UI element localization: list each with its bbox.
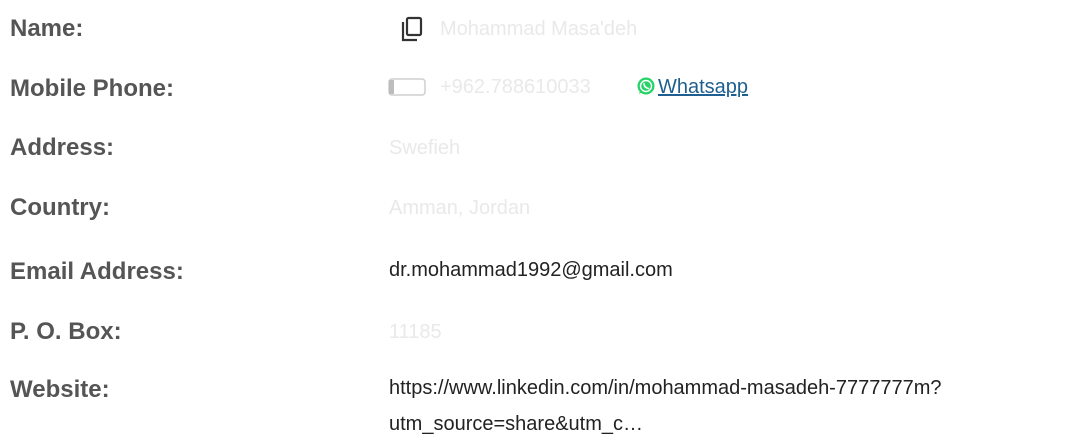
name-value: Mohammad Masa'deh xyxy=(440,18,638,40)
contact-details: Name: Mohammad Masa'deh Mobile Phone: +9… xyxy=(0,0,1071,443)
mobile-phone-value: +962.788610033 xyxy=(440,76,591,98)
copy-icon[interactable] xyxy=(397,16,425,44)
website-url-line-1[interactable]: https://www.linkedin.com/in/mohammad-mas… xyxy=(389,374,942,402)
website-url-line-2[interactable]: utm_source=share&utm_c… xyxy=(389,410,643,438)
country-label: Country: xyxy=(10,194,110,221)
po-box-value: 11185 xyxy=(389,321,442,343)
address-label: Address: xyxy=(10,134,115,161)
country-value: Amman, Jordan xyxy=(389,197,531,219)
website-label: Website: xyxy=(10,376,110,403)
name-label: Name: xyxy=(10,15,84,42)
po-box-label: P. O. Box: xyxy=(10,318,122,345)
email-value[interactable]: dr.mohammad1992@gmail.com xyxy=(389,256,673,284)
mobile-phone-label: Mobile Phone: xyxy=(10,75,174,102)
email-label: Email Address: xyxy=(10,258,184,285)
whatsapp-icon xyxy=(636,76,656,96)
whatsapp-link[interactable]: Whatsapp xyxy=(658,73,748,101)
address-value: Swefieh xyxy=(389,137,461,159)
phone-icon xyxy=(388,77,426,97)
